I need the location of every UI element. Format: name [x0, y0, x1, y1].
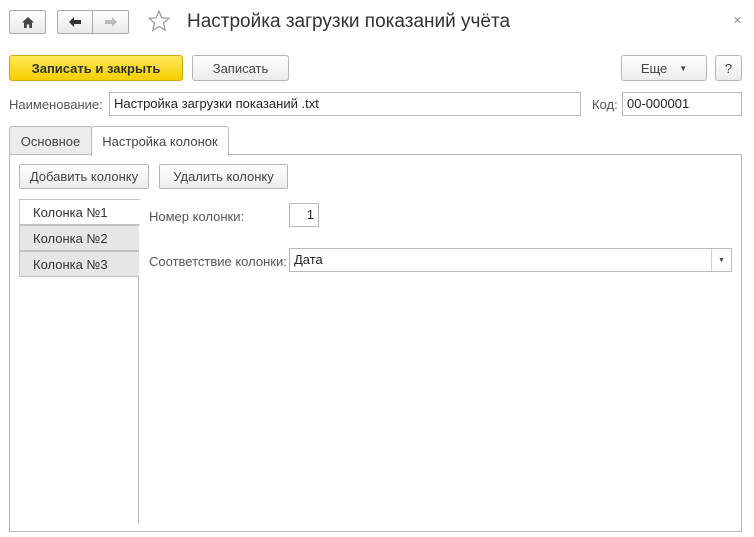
more-button[interactable]: Еще ▼	[621, 55, 707, 81]
add-column-button[interactable]: Добавить колонку	[19, 164, 149, 189]
arrow-left-icon	[68, 16, 82, 28]
close-icon[interactable]: ×	[733, 12, 742, 29]
page-title: Настройка загрузки показаний учёта	[187, 11, 511, 32]
name-label: Наименование:	[9, 97, 103, 112]
tab-main[interactable]: Основное	[9, 126, 92, 155]
forward-button[interactable]	[92, 10, 129, 34]
name-field[interactable]: Настройка загрузки показаний .txt	[109, 92, 581, 116]
column-number-label: Номер колонки:	[149, 209, 245, 224]
home-button[interactable]	[9, 10, 46, 34]
chevron-down-icon[interactable]: ▼	[711, 249, 731, 271]
tab-column-settings[interactable]: Настройка колонок	[91, 126, 229, 156]
star-icon[interactable]	[147, 9, 171, 36]
list-item-column-1[interactable]: Колонка №1	[19, 199, 140, 225]
more-label: Еще	[640, 60, 668, 76]
column-mapping-select[interactable]: Дата ▼	[289, 248, 732, 272]
column-number-field[interactable]: 1	[289, 203, 319, 227]
code-label: Код:	[592, 97, 618, 112]
list-item-column-2[interactable]: Колонка №2	[19, 225, 139, 251]
back-button[interactable]	[57, 10, 93, 34]
code-field[interactable]: 00-000001	[622, 92, 742, 116]
chevron-down-icon: ▼	[679, 63, 688, 73]
arrow-right-icon	[104, 16, 118, 28]
delete-column-button[interactable]: Удалить колонку	[159, 164, 288, 189]
column-mapping-label: Соответствие колонки:	[149, 254, 287, 269]
list-item-column-3[interactable]: Колонка №3	[19, 251, 139, 277]
help-button[interactable]: ?	[715, 55, 742, 81]
save-and-close-button[interactable]: Записать и закрыть	[9, 55, 183, 81]
save-button[interactable]: Записать	[192, 55, 289, 81]
home-icon	[21, 16, 35, 29]
column-list: Колонка №1 Колонка №2 Колонка №3	[19, 199, 140, 523]
column-mapping-value: Дата	[294, 252, 323, 267]
